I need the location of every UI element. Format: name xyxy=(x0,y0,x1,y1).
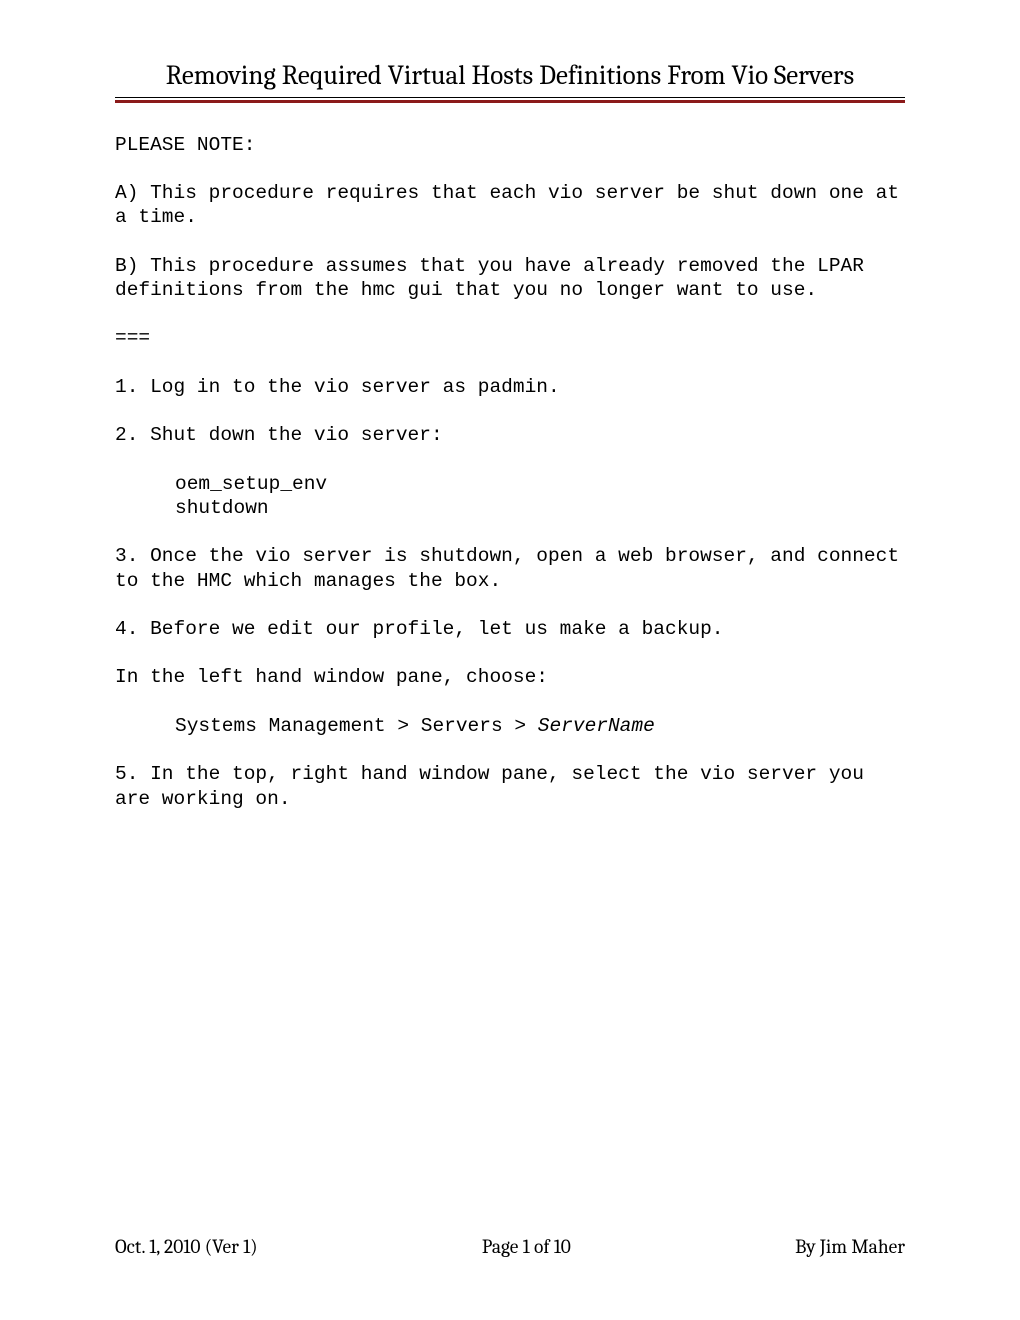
step-4: 4. Before we edit our profile, let us ma… xyxy=(115,617,905,641)
step-1: 1. Log in to the vio server as padmin. xyxy=(115,375,905,399)
note-label: PLEASE NOTE: xyxy=(115,133,905,157)
command-1: oem_setup_env xyxy=(115,472,905,496)
step-4b: In the left hand window pane, choose: xyxy=(115,665,905,689)
separator: === xyxy=(115,326,905,350)
nav-prefix: Systems Management > Servers > xyxy=(175,715,538,737)
document-body: PLEASE NOTE: A) This procedure requires … xyxy=(115,133,905,811)
command-2: shutdown xyxy=(115,496,905,520)
footer-date: Oct. 1, 2010 (Ver 1) xyxy=(115,1235,258,1258)
title-underline xyxy=(115,100,905,103)
step-2: 2. Shut down the vio server: xyxy=(115,423,905,447)
nav-path: Systems Management > Servers > ServerNam… xyxy=(115,714,905,738)
step-3: 3. Once the vio server is shutdown, open… xyxy=(115,544,905,593)
note-a: A) This procedure requires that each vio… xyxy=(115,181,905,230)
note-b: B) This procedure assumes that you have … xyxy=(115,254,905,303)
page-footer: Oct. 1, 2010 (Ver 1) Page 1 of 10 By Jim… xyxy=(115,1235,905,1258)
footer-author: By Jim Maher xyxy=(795,1235,905,1258)
page-title: Removing Required Virtual Hosts Definiti… xyxy=(115,60,905,98)
page-container: Removing Required Virtual Hosts Definiti… xyxy=(0,0,1020,1320)
step-5: 5. In the top, right hand window pane, s… xyxy=(115,762,905,811)
footer-page: Page 1 of 10 xyxy=(482,1235,571,1258)
nav-servername: ServerName xyxy=(538,715,655,737)
